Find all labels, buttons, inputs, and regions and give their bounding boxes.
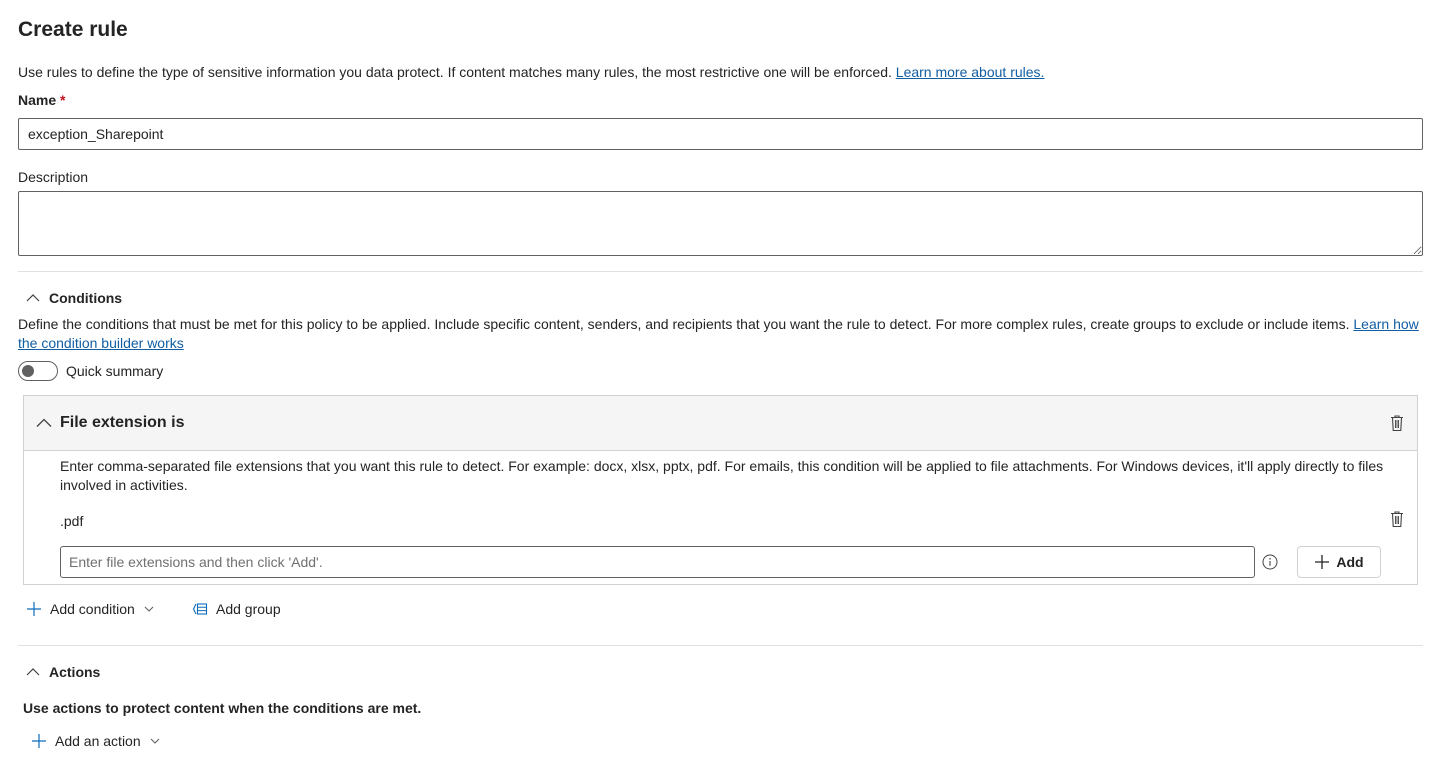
add-extension-button[interactable]: Add	[1297, 546, 1381, 578]
chevron-down-icon	[144, 606, 154, 612]
page-title: Create rule	[18, 18, 128, 41]
chevron-down-icon	[150, 738, 160, 744]
quick-summary-row: Quick summary	[18, 361, 163, 381]
name-input[interactable]	[18, 118, 1423, 150]
chevron-up-icon	[26, 294, 40, 302]
condition-card-file-extension: File extension is Enter comma-separated …	[23, 395, 1418, 585]
quick-summary-toggle[interactable]	[18, 361, 58, 381]
description-label: Description	[18, 169, 89, 185]
extension-item: .pdf	[60, 513, 84, 529]
group-icon	[192, 603, 208, 615]
add-group-button[interactable]: Add group	[192, 601, 281, 617]
condition-card-header[interactable]: File extension is	[24, 396, 1417, 451]
info-icon[interactable]	[1262, 554, 1278, 570]
section-divider	[18, 645, 1423, 646]
add-group-label: Add group	[216, 601, 281, 617]
learn-more-rules-link[interactable]: Learn more about rules.	[896, 64, 1045, 80]
conditions-heading: Conditions	[49, 290, 123, 306]
add-action-label: Add an action	[55, 733, 141, 749]
add-extension-label: Add	[1336, 554, 1364, 570]
add-condition-label: Add condition	[50, 601, 135, 617]
file-extension-input[interactable]	[60, 546, 1255, 578]
quick-summary-label: Quick summary	[66, 363, 164, 379]
conditions-description: Define the conditions that must be met f…	[18, 315, 1423, 353]
condition-card-description: Enter comma-separated file extensions th…	[60, 458, 1384, 493]
actions-collapse-toggle[interactable]: Actions	[25, 664, 100, 680]
description-input[interactable]	[18, 191, 1423, 256]
add-action-button[interactable]: Add an action	[31, 733, 161, 749]
chevron-up-icon[interactable]	[36, 415, 52, 431]
conditions-description-text: Define the conditions that must be met f…	[18, 316, 1350, 332]
actions-description: Use actions to protect content when the …	[23, 700, 422, 716]
plus-icon	[27, 602, 41, 616]
plus-icon	[32, 734, 46, 748]
add-condition-button[interactable]: Add condition	[26, 601, 155, 617]
page-intro: Use rules to define the type of sensitiv…	[18, 64, 1044, 80]
actions-heading: Actions	[49, 664, 101, 680]
name-label-text: Name	[18, 92, 57, 108]
name-label: Name *	[18, 92, 65, 108]
page-intro-text: Use rules to define the type of sensitiv…	[18, 64, 892, 80]
trash-icon[interactable]	[1389, 510, 1405, 528]
chevron-up-icon	[26, 668, 40, 676]
plus-icon	[1315, 555, 1330, 569]
required-mark: *	[60, 92, 66, 108]
conditions-collapse-toggle[interactable]: Conditions	[25, 290, 122, 306]
condition-card-title: File extension is	[60, 414, 185, 431]
section-divider	[18, 271, 1423, 272]
toggle-knob	[22, 365, 34, 377]
trash-icon[interactable]	[1389, 414, 1405, 432]
